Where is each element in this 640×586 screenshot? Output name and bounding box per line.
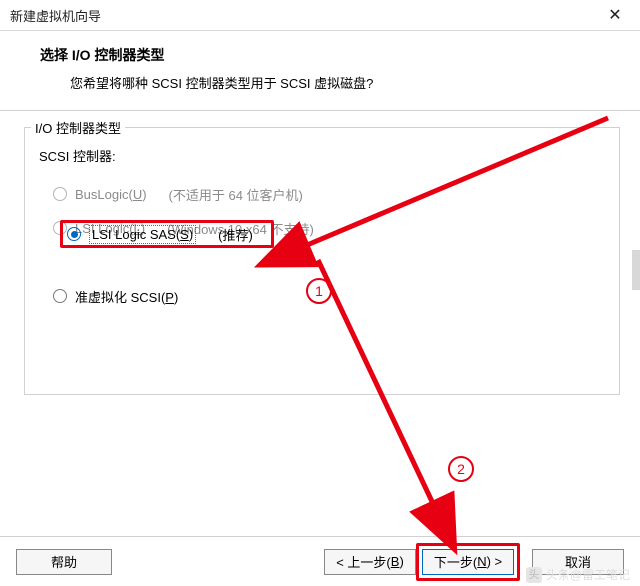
radio-option-spacer [33,245,611,279]
option-label: 准虚拟化 SCSI(P) [75,287,178,306]
radio-icon [53,289,67,303]
next-button[interactable]: 下一步(N) > [422,549,514,575]
watermark-logo: 头 [526,567,542,583]
close-icon[interactable]: ✕ [600,5,630,25]
titlebar: 新建虚拟机向导 ✕ [0,0,640,30]
radio-icon [67,227,81,241]
option-label: LSI Logic SAS(S) [89,225,196,244]
window-title: 新建虚拟机向导 [10,6,600,25]
watermark-prefix: 头条 [546,566,570,583]
help-button[interactable]: 帮助 [16,549,112,575]
radio-option-buslogic: BusLogic(U) (不适用于 64 位客户机) [33,177,611,211]
watermark-text: @雷工笔记 [570,566,630,583]
next-button-highlight: 下一步(N) > [416,543,520,581]
back-button[interactable]: < 上一步(B) [324,549,416,575]
page-subheading: 您希望将哪种 SCSI 控制器类型用于 SCSI 虚拟磁盘? [70,73,616,92]
radio-option-lsilogicsas[interactable]: LSI Logic SAS(S) (推荐) [60,220,274,248]
group-label: I/O 控制器类型 [31,118,125,137]
radio-icon [53,187,67,201]
wizard-header: 选择 I/O 控制器类型 您希望将哪种 SCSI 控制器类型用于 SCSI 虚拟… [0,31,640,111]
scroll-artifact [632,250,640,290]
option-hint: (不适用于 64 位客户机) [169,185,303,204]
option-hint: (推荐) [218,225,253,244]
new-vm-wizard-window: 新建虚拟机向导 ✕ 选择 I/O 控制器类型 您希望将哪种 SCSI 控制器类型… [0,0,640,586]
annotation-step2-badge: 2 [448,456,474,482]
watermark: 头 头条 @雷工笔记 [526,566,630,583]
page-heading: 选择 I/O 控制器类型 [40,45,616,65]
annotation-step1-badge: 1 [306,278,332,304]
option-label: BusLogic(U) [75,187,147,202]
io-controller-group: I/O 控制器类型 SCSI 控制器: BusLogic(U) (不适用于 64… [24,127,620,395]
scsi-controller-label: SCSI 控制器: [39,146,611,165]
